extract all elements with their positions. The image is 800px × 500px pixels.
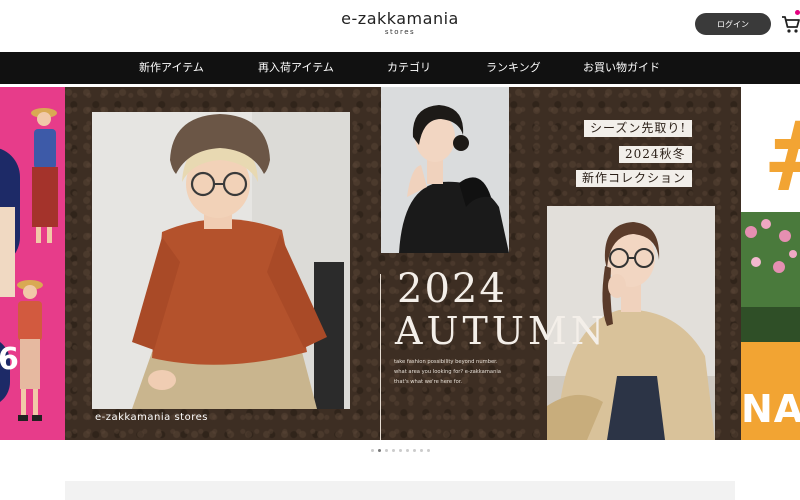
main-nav: 新作アイテム 再入荷アイテム カテゴリ ランキング お買い物ガイド <box>0 52 800 84</box>
next-slide-text: NA <box>741 387 800 431</box>
carousel-dot[interactable] <box>384 449 388 452</box>
hash-graphic: # <box>763 102 800 212</box>
model-figure-image <box>31 108 58 243</box>
hero-year-heading: 2024 <box>397 266 507 312</box>
carousel-dot[interactable] <box>398 449 402 452</box>
tagline-line: take fashion possibility beyond number. <box>394 359 498 365</box>
site-header: e-zakkamania stores ログイン <box>0 0 800 52</box>
carousel-dot[interactable] <box>426 449 430 452</box>
content-panel <box>65 481 735 500</box>
season-tagline-1: シーズン先取り! <box>584 120 693 137</box>
nav-item-guide[interactable]: お買い物ガイド <box>583 52 660 84</box>
season-tagline-3: 新作コレクション <box>576 170 693 187</box>
season-tagline-2: 2024秋冬 <box>619 146 692 163</box>
nav-item-category[interactable]: カテゴリ <box>387 52 431 84</box>
site-logo[interactable]: e-zakkamania stores <box>0 10 800 37</box>
carousel-dot[interactable] <box>405 449 409 452</box>
current-slide[interactable]: e-zakkamania stores シーズン先取り! 2024秋冬 新作コレ… <box>65 87 741 440</box>
carousel-pagination <box>0 449 800 452</box>
hero-tagline: take fashion possibility beyond number. … <box>394 357 554 387</box>
cart-badge <box>795 10 800 15</box>
carousel-dot-active[interactable] <box>377 449 381 452</box>
login-button[interactable]: ログイン <box>695 13 771 35</box>
next-slide[interactable]: # NA <box>741 87 800 440</box>
model-photo-secondary <box>381 87 509 253</box>
flower-image <box>741 212 800 342</box>
cart-icon[interactable] <box>781 14 800 34</box>
nav-item-ranking[interactable]: ランキング <box>486 52 541 84</box>
tagline-line: what area you looking for? e-zakkamania <box>394 369 501 375</box>
photo-caption: e-zakkamania stores <box>95 412 208 423</box>
prev-slide-text: 6 <box>0 342 19 377</box>
carousel-dot[interactable] <box>419 449 423 452</box>
divider-line <box>380 274 381 440</box>
logo-main-text: e-zakkamania <box>341 9 459 28</box>
logo-sub-text: stores <box>384 28 416 36</box>
nav-item-restock[interactable]: 再入荷アイテム <box>258 52 334 84</box>
carousel-dot[interactable] <box>412 449 416 452</box>
model-photo-main <box>92 112 350 409</box>
nav-item-new[interactable]: 新作アイテム <box>139 52 204 84</box>
hero-carousel: 6 e-zakkamania stores シーズン先取り! 2024秋冬 新作… <box>0 87 800 440</box>
carousel-dot[interactable] <box>391 449 395 452</box>
tagline-line: that's what we're here for. <box>394 379 463 385</box>
hero-season-heading: AUTUMN <box>395 309 608 353</box>
prev-slide[interactable]: 6 <box>0 87 65 440</box>
carousel-dot[interactable] <box>370 449 374 452</box>
